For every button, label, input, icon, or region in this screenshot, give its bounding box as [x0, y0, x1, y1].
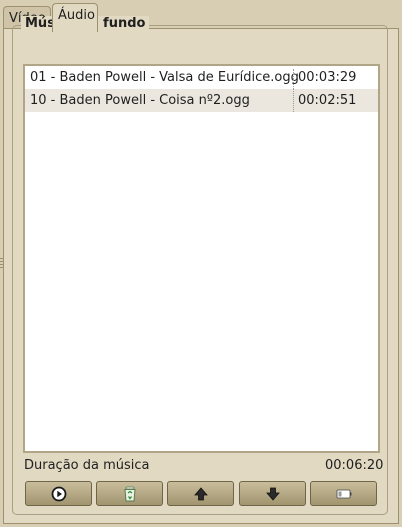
music-duration-value: 00:06:20: [325, 458, 384, 473]
track-row[interactable]: 01 - Baden Powell - Valsa de Eurídice.og…: [25, 66, 378, 89]
track-row[interactable]: 10 - Baden Powell - Coisa nº2.ogg 00:02:…: [25, 89, 378, 112]
track-duration: 00:02:51: [293, 89, 376, 112]
move-down-button[interactable]: [239, 481, 306, 506]
recycle-bin-icon: [123, 486, 136, 501]
music-duration-label: Duração da música: [24, 458, 150, 473]
battery-icon: [336, 489, 351, 498]
track-list[interactable]: 01 - Baden Powell - Valsa de Eurídice.og…: [23, 64, 380, 453]
arrow-up-icon: [193, 486, 208, 500]
arrow-down-icon: [265, 487, 280, 501]
remove-button[interactable]: [96, 481, 163, 506]
tab-audio[interactable]: Áudio: [52, 3, 98, 32]
move-up-button[interactable]: [167, 481, 234, 506]
play-button[interactable]: [25, 481, 92, 506]
track-name: 10 - Baden Powell - Coisa nº2.ogg: [30, 93, 250, 108]
track-name: 01 - Baden Powell - Valsa de Eurídice.og…: [30, 70, 299, 85]
track-duration: 00:03:29: [293, 69, 376, 89]
play-icon: [51, 486, 66, 501]
track-toolbar: [25, 481, 380, 507]
battery-button[interactable]: [310, 481, 377, 506]
